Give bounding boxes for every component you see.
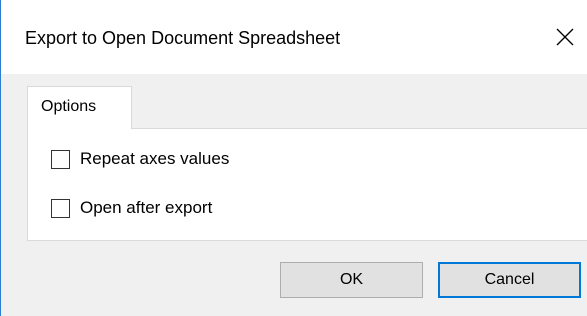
title-bar: Export to Open Document Spreadsheet [1,0,587,74]
tab-options-label: Options [41,98,97,115]
export-dialog: Export to Open Document Spreadsheet Opti… [0,0,587,316]
repeat-axes-values-label: Repeat axes values [80,149,230,168]
ok-button[interactable]: OK [280,262,423,298]
options-panel: Repeat axes values Open after export [27,128,587,241]
close-icon [556,28,574,46]
repeat-axes-values-checkbox[interactable] [51,149,70,169]
tab-options[interactable]: Options [27,86,132,129]
close-button[interactable] [542,14,587,60]
repeat-axes-values-option[interactable]: Repeat axes values [51,148,229,170]
cancel-button[interactable]: Cancel [438,262,581,298]
dialog-title: Export to Open Document Spreadsheet [25,28,341,48]
open-after-export-checkbox[interactable] [51,198,70,218]
open-after-export-label: Open after export [80,198,213,217]
open-after-export-option[interactable]: Open after export [51,197,212,219]
